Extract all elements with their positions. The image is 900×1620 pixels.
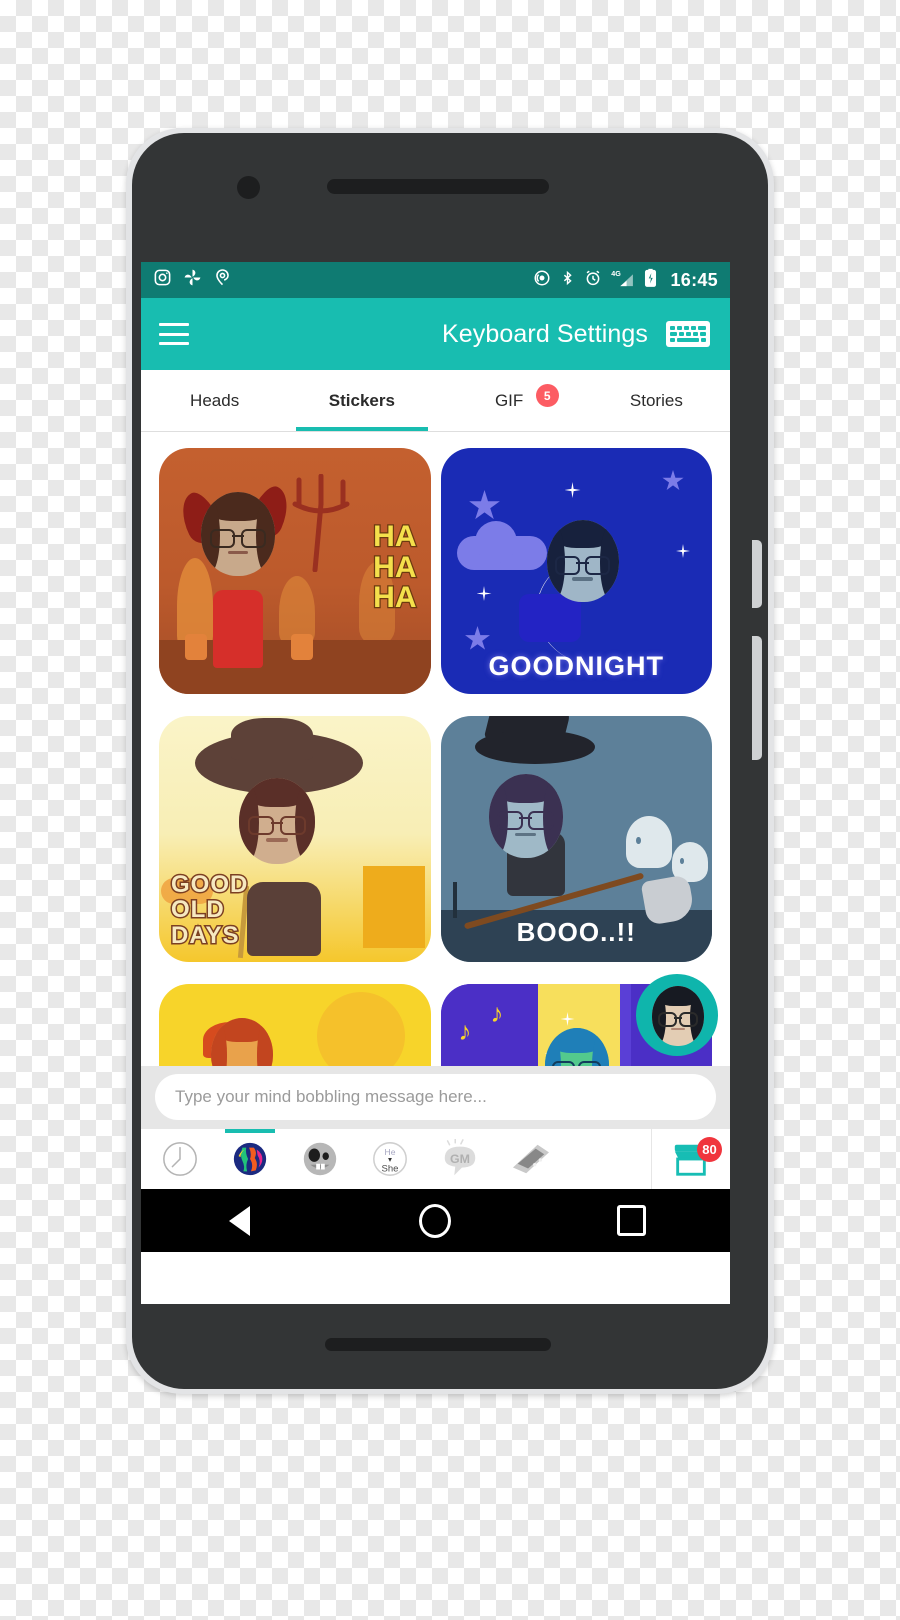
sticker-item[interactable]: GOODNIGHT (440, 448, 712, 694)
keyboard-toolbar: He She GM 80 (141, 1128, 730, 1189)
keyboard-icon[interactable] (664, 317, 712, 351)
tab-stories[interactable]: Stories (583, 370, 730, 431)
page-title: Keyboard Settings (442, 319, 648, 348)
signal-4g-icon: 4G (611, 269, 635, 292)
sticker-item[interactable]: BOOO..!! (440, 716, 712, 962)
sticker-item[interactable] (159, 984, 431, 1066)
recent-clock-icon[interactable] (147, 1129, 213, 1189)
message-input[interactable] (155, 1074, 716, 1120)
back-triangle-icon[interactable] (204, 1189, 274, 1252)
message-input-bar (141, 1066, 730, 1128)
tab-gif[interactable]: GIF 5 (436, 370, 583, 431)
phone-power-button[interactable] (752, 540, 762, 608)
tab-stickers[interactable]: Stickers (288, 370, 435, 431)
keyboard-toolbar-scroll[interactable]: He She GM (141, 1129, 651, 1189)
recents-square-icon[interactable] (597, 1189, 667, 1252)
earpiece-speaker (327, 179, 549, 194)
page-root: 4G 16:45 Keyboard Settings Heads Sticker… (0, 0, 900, 1620)
sticker-caption: GOOD OLD DAYS (169, 870, 249, 949)
home-circle-icon[interactable] (400, 1189, 470, 1252)
app-bar: Keyboard Settings (141, 298, 730, 370)
gif-badge: 5 (535, 384, 559, 407)
tab-heads[interactable]: Heads (141, 370, 288, 431)
android-nav-bar (141, 1189, 730, 1252)
phone-bottom-speaker (325, 1338, 551, 1351)
sticker-caption: GOODNIGHT (488, 651, 664, 681)
status-bar-left-icons (153, 268, 232, 292)
alarm-icon (584, 269, 602, 292)
sticker-item[interactable]: HA HA HA (159, 448, 431, 694)
phone-volume-button[interactable] (752, 636, 762, 760)
tab-bar: Heads Stickers GIF 5 Stories (141, 370, 730, 432)
tab-label: GIF (494, 390, 524, 410)
status-bar-clock: 16:45 (670, 269, 718, 290)
sticker-grid-container[interactable]: HA HA HA GOODNIGHT GOOD OLD DAYS BOOO..!… (141, 432, 730, 1066)
sticker-item[interactable]: GOOD OLD DAYS (159, 716, 431, 962)
status-bar: 4G 16:45 (141, 262, 730, 298)
svg-text:He: He (385, 1147, 396, 1157)
battery-charging-icon (644, 268, 657, 292)
cast-icon (533, 269, 551, 292)
he-she-icon[interactable]: He She (357, 1129, 423, 1189)
status-bar-right-icons: 4G 16:45 (533, 268, 718, 292)
sticker-caption: HA HA HA (372, 520, 418, 615)
gm-bubble-icon[interactable]: GM (427, 1129, 493, 1189)
sticker-caption: BOOO..!! (515, 915, 637, 949)
emoji-face-icon[interactable] (287, 1129, 353, 1189)
globe-stickers-icon[interactable] (217, 1129, 283, 1189)
location-pin-icon (213, 268, 232, 292)
pinwheel-icon (183, 268, 202, 292)
front-camera-icon (237, 176, 260, 199)
svg-text:GM: GM (450, 1152, 470, 1166)
svg-text:She: She (382, 1163, 399, 1174)
bluetooth-icon (560, 269, 575, 292)
phone-screen: 4G 16:45 Keyboard Settings Heads Sticker… (141, 262, 730, 1304)
gif-tape-icon[interactable] (497, 1129, 563, 1189)
tab-label: Stickers (328, 390, 395, 410)
store-badge: 80 (697, 1137, 722, 1162)
svg-text:4G: 4G (612, 269, 622, 278)
sticker-grid: HA HA HA GOODNIGHT GOOD OLD DAYS BOOO..!… (141, 432, 730, 1066)
tab-label: Heads (190, 390, 240, 410)
avatar-head-button[interactable] (636, 974, 718, 1056)
store-icon[interactable]: 80 (651, 1129, 730, 1189)
instagram-icon (153, 268, 172, 292)
hamburger-menu-icon[interactable] (159, 323, 189, 345)
tab-label: Stories (629, 390, 683, 410)
